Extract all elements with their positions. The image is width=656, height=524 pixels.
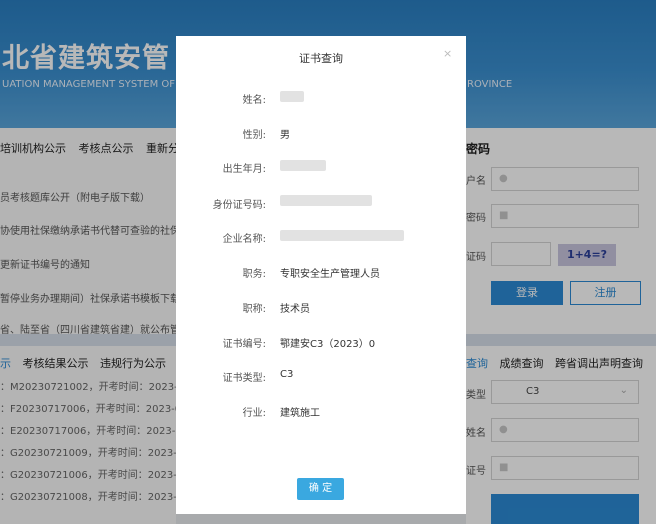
gender-value: 男 <box>280 130 290 141</box>
close-icon[interactable]: × <box>443 47 452 60</box>
cert-number-value: 鄂建安C3（2023）0 <box>280 339 376 350</box>
birth-value-redacted <box>280 160 326 171</box>
position-field-label: 职务: <box>242 269 266 280</box>
name-field-label: 姓名: <box>242 95 266 106</box>
confirm-button[interactable]: 确 定 <box>297 478 344 500</box>
company-field-label: 企业名称: <box>222 234 266 245</box>
birth-field-label: 出生年月: <box>222 164 266 175</box>
job-title-value: 技术员 <box>280 304 310 315</box>
modal-title: 证书查询 <box>299 52 343 65</box>
gender-field-label: 性别: <box>242 130 266 141</box>
industry-field-label: 行业: <box>242 408 266 419</box>
industry-value: 建筑施工 <box>280 408 320 419</box>
certificate-modal: 证书查询 × 姓名: 性别: 男 出生年月: 身份证号码: 企业名称: 职务: … <box>176 36 466 514</box>
cert-type-modal-value: C3 <box>280 369 294 380</box>
id-number-value-redacted <box>280 195 372 206</box>
company-value-redacted <box>280 230 404 241</box>
id-number-field-label: 身份证号码: <box>212 200 266 211</box>
title-field-label: 职称: <box>242 304 266 315</box>
name-value-redacted <box>280 91 304 102</box>
cert-type-field-label: 证书类型: <box>222 373 266 384</box>
cert-number-field-label: 证书编号: <box>222 339 266 350</box>
position-value: 专职安全生产管理人员 <box>280 269 380 280</box>
